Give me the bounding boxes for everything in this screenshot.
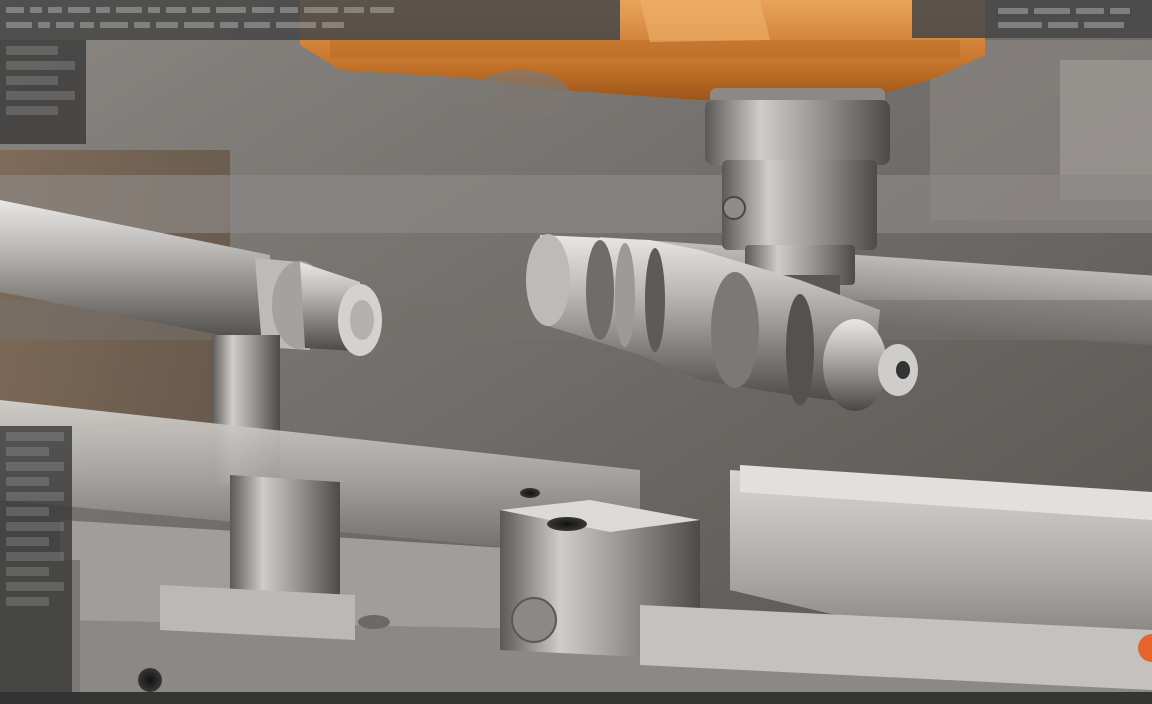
bottom-status-bar-overlay bbox=[0, 692, 1152, 704]
left-bottom-panel-overlay bbox=[0, 426, 72, 692]
left-top-panel-overlay bbox=[0, 40, 86, 144]
scene bbox=[0, 0, 1152, 704]
cnc-machine-photo bbox=[0, 0, 1152, 704]
top-toolbar-overlay bbox=[0, 0, 620, 40]
top-right-toolbar-overlay bbox=[912, 0, 1152, 38]
